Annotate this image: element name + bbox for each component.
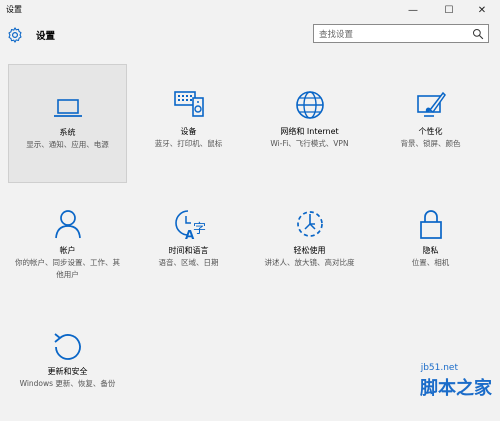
tile-label: 帐户 [59,246,76,255]
tile-label: 系统 [59,128,76,137]
lock-icon [419,210,442,239]
tile-ease-of-access[interactable]: 轻松使用 讲述人、放大镜、高对比度 [250,183,369,302]
tile-personalization[interactable]: 个性化 背景、锁屏、颜色 [371,64,490,183]
tile-label: 个性化 [418,127,443,136]
tile-description: Windows 更新、恢复、备份 [19,379,116,388]
tile-label: 轻松使用 [293,246,326,255]
ease-of-access-icon [296,211,323,237]
search-input[interactable]: 查找设置 [319,28,353,40]
tile-description: 讲述人、放大镜、高对比度 [264,258,355,267]
gear-icon [8,27,22,43]
globe-icon [295,91,324,119]
close-button[interactable]: ✕ [469,0,495,22]
search-icon[interactable] [472,28,484,40]
tile-label: 更新和安全 [47,367,88,376]
minimize-button[interactable]: — [400,0,426,22]
page-title: 设置 [36,31,56,42]
tile-description: 蓝牙、打印机、鼠标 [154,139,223,148]
svg-text:字: 字 [193,222,206,237]
personalization-icon [416,91,446,117]
tile-devices[interactable]: 设备 蓝牙、打印机、鼠标 [129,64,248,183]
tile-description: 背景、锁屏、颜色 [400,139,461,148]
tile-label: 隐私 [422,246,439,255]
tile-system[interactable]: 系统 显示、通知、应用、电源 [8,64,127,183]
watermark-text: 脚本之家 [420,378,492,399]
tile-privacy[interactable]: 隐私 位置、相机 [371,183,490,302]
tile-label: 时间和语言 [168,246,209,255]
time-language-icon: A 字 [174,210,206,241]
tile-description: 语音、区域、日期 [158,258,219,267]
person-icon [54,210,81,239]
tile-description: 你的帐户、同步设置、工作、其他用户 [15,258,120,279]
tile-label: 设备 [180,127,197,136]
update-icon [53,333,81,360]
tile-accounts[interactable]: 帐户 你的帐户、同步设置、工作、其他用户 [8,183,127,302]
tile-label: 网络和 Internet [280,127,339,136]
tile-description: 位置、相机 [411,258,450,267]
tile-update-security[interactable]: 更新和安全 Windows 更新、恢复、备份 [8,302,127,421]
maximize-button[interactable]: ☐ [436,0,462,22]
title-bar: 设置 — ☐ ✕ [0,0,500,22]
tile-network[interactable]: 网络和 Internet Wi-Fi、飞行模式、VPN [250,64,369,183]
tile-time-language[interactable]: A 字 时间和语言 语音、区域、日期 [129,183,248,302]
tile-description: 显示、通知、应用、电源 [26,140,109,149]
devices-icon [173,91,204,117]
watermark: jb51.net 脚本之家 [364,363,494,401]
tile-description: Wi-Fi、飞行模式、VPN [270,139,349,148]
window-title: 设置 [6,5,22,14]
search-box[interactable]: 查找设置 [313,24,489,43]
laptop-icon [53,99,82,117]
watermark-url: jb51.net [420,363,458,373]
